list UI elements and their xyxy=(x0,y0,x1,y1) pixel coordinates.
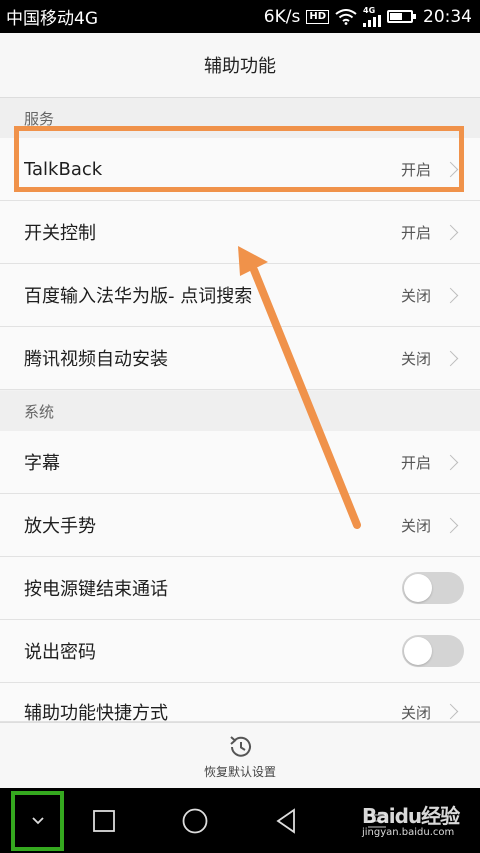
section-title: 服务 xyxy=(24,109,55,128)
carrier-label: 中国移动4G xyxy=(6,9,98,29)
chevron-right-icon xyxy=(442,517,459,533)
nav-hide-button[interactable] xyxy=(13,788,63,853)
setting-row-tencent-video[interactable]: 腾讯视频自动安装 关闭 xyxy=(0,327,480,390)
setting-row-talkback[interactable]: TalkBack 开启 xyxy=(0,138,480,201)
setting-row-switch-control[interactable]: 开关控制 开启 xyxy=(0,201,480,264)
cellular-signal: 4G xyxy=(363,5,381,27)
setting-label: 说出密码 xyxy=(24,642,96,663)
nav-recents-button[interactable] xyxy=(80,788,128,853)
chevron-right-icon xyxy=(442,350,459,366)
setting-status: 开启 xyxy=(400,453,431,472)
status-bar: 中国移动4G 6K/s HD 4G 20:34 xyxy=(0,0,480,33)
nav-home-button[interactable] xyxy=(170,788,220,853)
setting-status: 关闭 xyxy=(400,286,431,305)
network-speed: 6K/s xyxy=(263,6,301,27)
setting-row-magnification[interactable]: 放大手势 关闭 xyxy=(0,494,480,557)
setting-label: 百度输入法华为版- 点词搜索 xyxy=(24,286,253,307)
section-header-services: 服务 xyxy=(0,98,480,138)
network-type-label: 4G xyxy=(363,5,376,15)
setting-row-baidu-input[interactable]: 百度输入法华为版- 点词搜索 关闭 xyxy=(0,264,480,327)
chevron-right-icon xyxy=(442,161,459,177)
setting-label: TalkBack xyxy=(24,158,103,180)
setting-row-speak-passwords: 说出密码 xyxy=(0,620,480,683)
setting-row-accessibility-shortcut[interactable]: 辅助功能快捷方式 关闭 xyxy=(0,683,480,722)
nav-back-button[interactable] xyxy=(262,788,310,853)
power-ends-call-toggle[interactable] xyxy=(402,572,464,604)
setting-label: 开关控制 xyxy=(24,223,96,244)
back-triangle-icon xyxy=(276,807,295,834)
chevron-down-icon xyxy=(32,816,44,824)
page-title-bar: 辅助功能 xyxy=(0,33,480,98)
baidu-watermark: Baidu经验 jingyan.baidu.com xyxy=(362,800,460,838)
hd-badge: HD xyxy=(306,9,329,24)
setting-label: 按电源键结束通话 xyxy=(24,579,168,600)
status-icons: 6K/s HD 4G 20:34 xyxy=(263,5,472,27)
chevron-right-icon xyxy=(442,703,459,720)
setting-row-power-ends-call: 按电源键结束通话 xyxy=(0,557,480,620)
setting-label: 腾讯视频自动安装 xyxy=(24,349,168,370)
section-header-system: 系统 xyxy=(0,391,480,431)
chevron-right-icon xyxy=(442,224,459,240)
section-title: 系统 xyxy=(24,402,55,421)
restore-icon xyxy=(230,735,251,757)
clock: 20:34 xyxy=(423,6,472,27)
square-icon xyxy=(93,809,115,832)
watermark-url: jingyan.baidu.com xyxy=(362,827,455,838)
setting-label: 字幕 xyxy=(24,453,60,474)
signal-icon xyxy=(363,14,381,27)
battery-icon xyxy=(387,10,416,23)
battery-level xyxy=(390,13,402,20)
setting-status: 关闭 xyxy=(400,349,431,368)
speak-passwords-toggle[interactable] xyxy=(402,635,464,667)
watermark-logo: Baidu经验 xyxy=(362,804,460,828)
page-title: 辅助功能 xyxy=(204,56,276,77)
setting-label: 放大手势 xyxy=(24,516,96,537)
setting-status: 关闭 xyxy=(400,704,431,722)
restore-defaults-button[interactable]: 恢复默认设置 xyxy=(0,722,480,789)
toggle-knob xyxy=(404,637,432,665)
setting-status: 开启 xyxy=(400,223,431,242)
toggle-knob xyxy=(404,574,432,602)
setting-label: 辅助功能快捷方式 xyxy=(24,703,168,722)
setting-status: 开启 xyxy=(400,160,431,179)
circle-icon xyxy=(182,808,208,833)
setting-row-captions[interactable]: 字幕 开启 xyxy=(0,431,480,494)
chevron-right-icon xyxy=(442,454,459,470)
setting-status: 关闭 xyxy=(400,516,431,535)
restore-defaults-label: 恢复默认设置 xyxy=(203,764,276,779)
chevron-right-icon xyxy=(442,287,459,303)
wifi-icon xyxy=(335,8,357,25)
